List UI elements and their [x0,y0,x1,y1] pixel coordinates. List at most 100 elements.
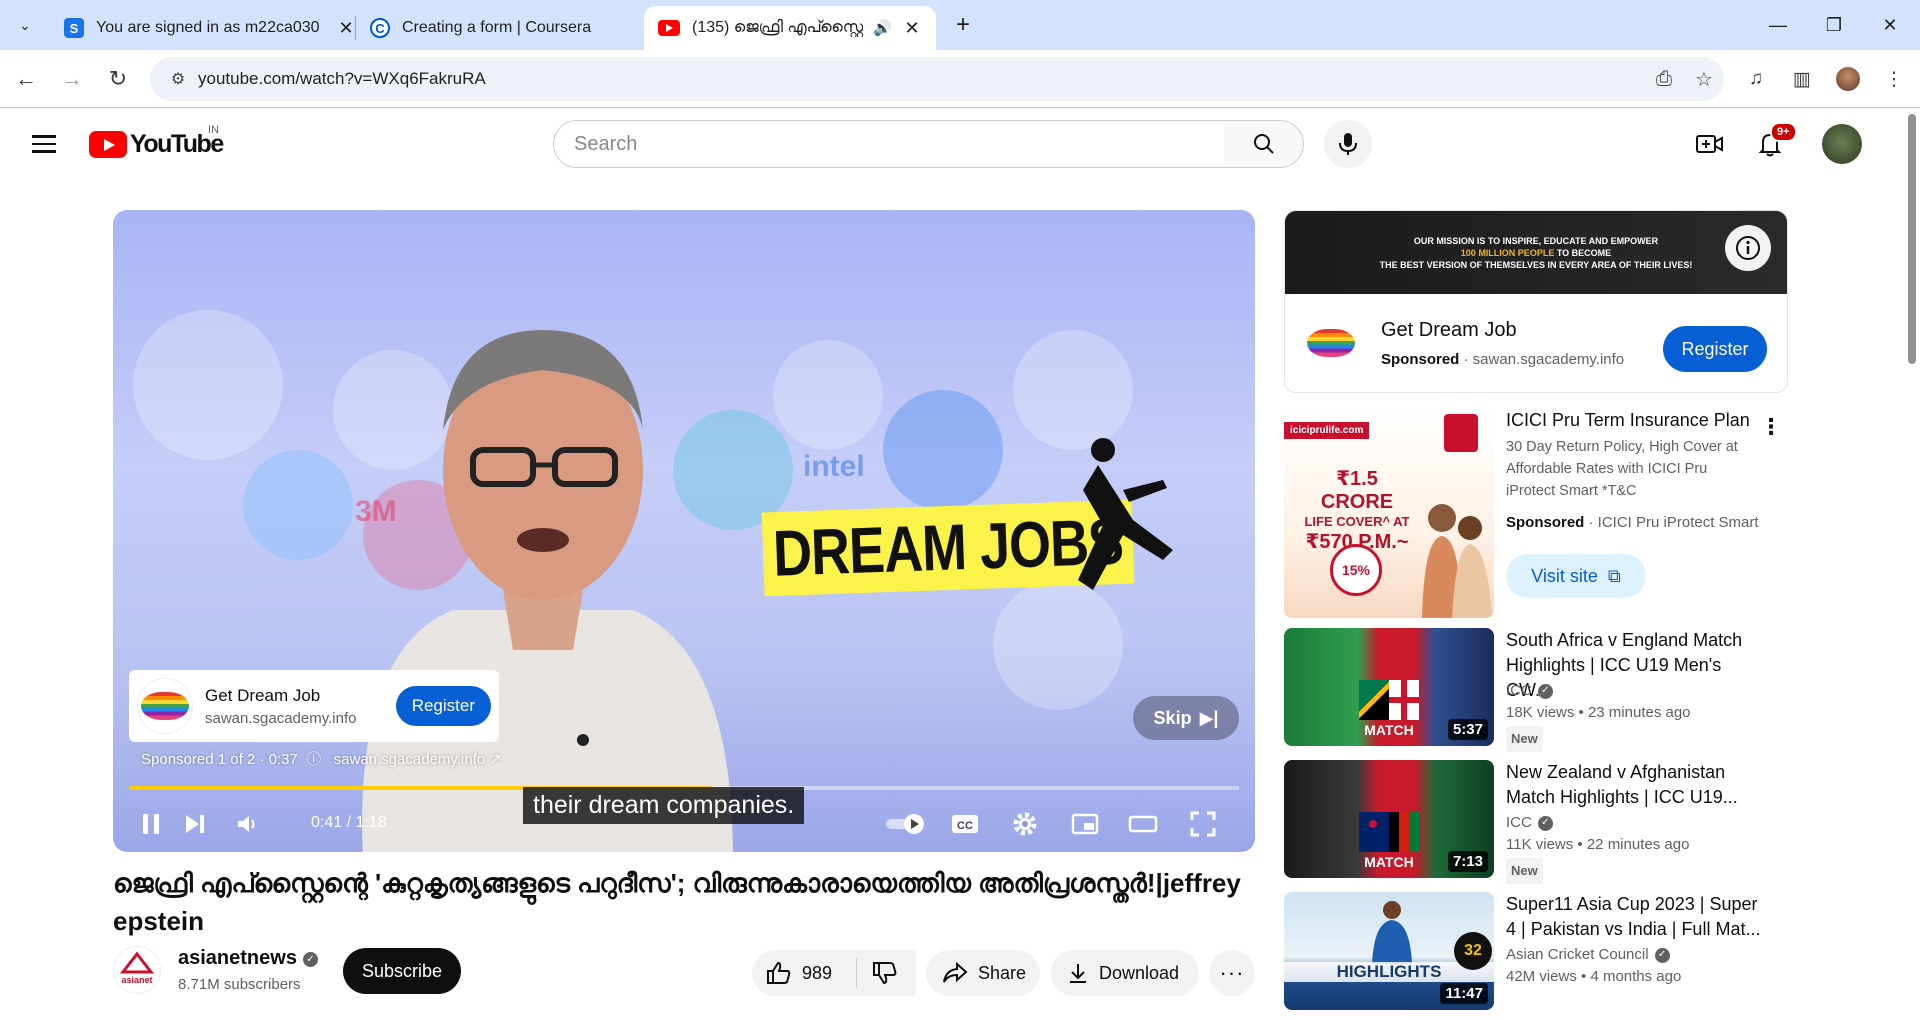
create-video-button[interactable] [1690,124,1730,164]
channel-name[interactable]: ICC [1506,682,1532,699]
recommended-video[interactable]: HIGHLIGHTS 32 11:47 Super11 Asia Cup 202… [1284,892,1784,1010]
volume-button[interactable] [229,802,265,846]
browser-tab[interactable]: C Creating a form | Coursera ✕ [356,6,676,50]
more-actions-button[interactable]: ··· [1209,950,1255,996]
forward-arrow-icon[interactable]: → [54,61,90,97]
captions-button[interactable]: CC [945,802,985,846]
profile-avatar[interactable] [1830,61,1866,97]
share-button[interactable]: Share [926,950,1040,996]
back-arrow-icon[interactable]: ← [8,61,44,97]
search-input[interactable]: Search [553,120,1225,168]
site-info-icon[interactable]: ⚙ [158,69,198,89]
video-thumbnail[interactable]: MATCH 7:13 [1284,760,1494,878]
minimize-icon[interactable]: — [1754,8,1802,42]
miniplayer-button[interactable] [1065,802,1105,846]
video-title-link[interactable]: New Zealand v Afghanistan Match Highligh… [1506,760,1766,810]
autoplay-toggle[interactable] [883,802,929,846]
speaker-icon[interactable]: 🔊 [873,19,892,37]
background-logo: intel [803,450,865,483]
background-circle [773,340,883,450]
ad-domain-link[interactable]: sawan.sgacademy.info [334,751,485,768]
theater-mode-button[interactable] [1123,802,1163,846]
guide-menu-icon[interactable] [26,126,62,162]
gear-icon [1013,812,1037,836]
tab-search-chevron-icon[interactable]: ⌄ [8,10,42,40]
channel-name-text[interactable]: asianetnews [178,947,297,969]
account-avatar[interactable] [1822,124,1862,164]
microphone-icon [1339,133,1357,155]
ad-info-button[interactable] [1725,225,1771,271]
ad-title[interactable]: Get Dream Job [1381,319,1517,342]
bookmark-star-icon[interactable]: ☆ [1684,67,1724,92]
sponsored-video-ad[interactable]: iciciprulife.com ₹1.5 CRORE LIFE COVER^ … [1284,408,1784,618]
settings-button[interactable] [1005,802,1045,846]
reload-icon[interactable]: ↻ [100,61,136,97]
skip-ad-button[interactable]: Skip ▶| [1133,696,1239,740]
register-button[interactable]: Register [395,686,491,726]
youtube-masthead: YouTube IN Search 9+ [0,108,1900,180]
youtube-play-logo-icon [89,131,127,158]
scrollbar-thumb[interactable] [1908,114,1916,364]
video-player[interactable]: intel 3M DREAM JOBS Get Dream Job sawan.… [113,210,1255,852]
tab-favicon-icon: S [64,18,84,38]
url-text[interactable]: youtube.com/watch?v=WXq6FakruRA [198,69,1644,89]
channel-name[interactable]: Asian Cricket Council [1506,946,1649,963]
running-man-icon [1078,438,1173,590]
side-panel-icon[interactable]: ▥ [1784,61,1820,97]
fullscreen-button[interactable] [1183,802,1223,846]
banner-line-1: OUR MISSION IS TO INSPIRE, EDUCATE AND E… [1413,235,1659,246]
more-vertical-icon[interactable]: ⋮ [1760,414,1782,440]
browser-tab-active[interactable]: (135) ജെഫ്രി എപ്സ്റ്റൈ 🔊 ✕ [644,6,936,50]
new-tab-button[interactable]: + [948,10,978,40]
next-icon [186,815,204,833]
channel-name[interactable]: asianetnews ✓ [178,947,318,970]
youtube-logo[interactable]: YouTube [89,130,224,159]
voice-search-button[interactable] [1324,120,1372,168]
visit-site-button[interactable]: Visit site ⧉ [1506,554,1646,598]
restore-icon[interactable]: ❐ [1810,8,1858,42]
register-button[interactable]: Register [1663,326,1767,372]
thumbs-up-icon [767,961,791,984]
verified-check-icon: ✓ [1537,683,1553,699]
video-meta: 42M views • 4 months ago [1506,968,1682,985]
sidebar-companion-ad[interactable]: OUR MISSION IS TO INSPIRE, EDUCATE AND E… [1284,210,1788,393]
tab-title: (135) ജെഫ്രി എപ്സ്റ്റൈ [692,19,864,36]
close-window-icon[interactable]: ✕ [1866,8,1914,42]
ad-sponsored-info: Sponsored 1 of 2 · 0:37 ⓘ sawan.sgacadem… [141,748,502,769]
subscriber-count: 8.71M subscribers [178,976,301,993]
theater-mode-icon [1128,815,1158,833]
search-button[interactable] [1224,120,1304,168]
notifications-button[interactable]: 9+ [1750,122,1797,164]
subscribe-button[interactable]: Subscribe [343,948,461,994]
background-circle [883,390,1003,510]
tab-close-icon[interactable]: ✕ [336,18,356,39]
page-scrollbar[interactable] [1904,108,1920,1020]
ad-thumbnail[interactable]: iciciprulife.com ₹1.5 CRORE LIFE COVER^ … [1284,408,1494,618]
pause-button[interactable] [133,802,169,846]
info-icon[interactable]: ⓘ [302,751,330,768]
tab-close-icon[interactable]: ✕ [902,18,922,39]
video-thumbnail[interactable]: MATCH 5:37 [1284,628,1494,746]
channel-name[interactable]: ICC [1506,814,1532,831]
chrome-menu-icon[interactable]: ⋮ [1876,61,1912,97]
video-thumbnail[interactable]: HIGHLIGHTS 32 11:47 [1284,892,1494,1010]
ad-sponsor-line: Sponsored · ICICI Pru iProtect Smart [1506,512,1759,534]
family-photo [1422,504,1492,618]
media-controls-icon[interactable]: ♫ [1738,61,1774,97]
fullscreen-icon [1190,811,1216,837]
next-button[interactable] [177,802,213,846]
ad-video-title[interactable]: ICICI Pru Term Insurance Plan [1506,408,1766,433]
like-count: 989 [802,962,833,983]
recommended-video[interactable]: MATCH 5:37 South Africa v England Match … [1284,628,1784,752]
video-title-link[interactable]: Super11 Asia Cup 2023 | Super 4 | Pakist… [1506,892,1766,942]
player-ad-card[interactable]: Get Dream Job sawan.sgacademy.info Regis… [129,670,499,742]
download-button[interactable]: Download [1051,950,1199,996]
channel-avatar[interactable]: asianet [113,946,161,994]
ad-domain: · sawan.sgacademy.info [1463,351,1625,368]
address-bar[interactable]: ⚙ youtube.com/watch?v=WXq6FakruRA ⎙ ☆ [150,57,1724,101]
install-app-icon[interactable]: ⎙ [1644,68,1684,91]
recommended-video[interactable]: MATCH 7:13 New Zealand v Afghanistan Mat… [1284,760,1784,884]
dislike-button[interactable] [857,950,915,996]
tab-title: Creating a form | Coursera [402,19,592,36]
browser-tab[interactable]: S You are signed in as m22ca030 ✕ [50,6,370,50]
